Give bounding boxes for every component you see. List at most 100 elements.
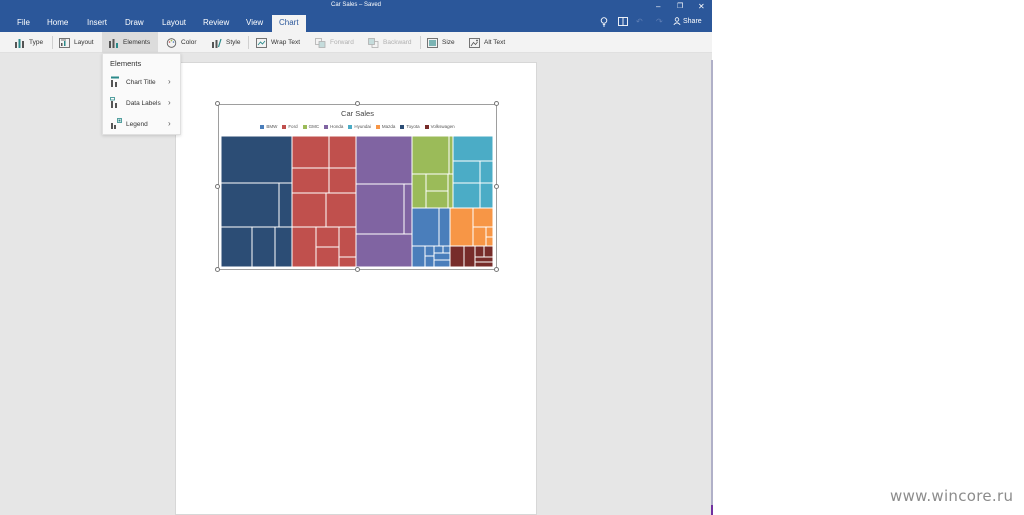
wrap-text-button[interactable]: Wrap Text <box>256 32 300 53</box>
treemap-tile-hyundai <box>452 160 481 184</box>
treemap-tile-toyota <box>221 136 293 184</box>
chart-title[interactable]: Car Sales <box>219 109 496 118</box>
chart-layout-icon <box>59 37 70 48</box>
size-icon <box>427 37 438 48</box>
chevron-right-icon: › <box>168 77 171 86</box>
resize-handle[interactable] <box>215 267 220 272</box>
elements-dropdown: Elements Chart Title › Data Labels › Leg… <box>102 53 181 135</box>
legend-swatch <box>348 124 353 129</box>
minimize-icon[interactable]: – <box>656 2 660 11</box>
legend-swatch <box>302 124 307 129</box>
person-icon <box>673 17 681 25</box>
resize-handle[interactable] <box>215 184 220 189</box>
layout-button[interactable]: Layout <box>59 32 94 53</box>
style-label: Style <box>226 39 241 46</box>
type-label: Type <box>29 39 44 46</box>
color-button[interactable]: Color <box>166 32 197 53</box>
menu-item-chart-title[interactable]: Chart Title › <box>103 73 181 93</box>
chart-command-bar: Type Layout Elements Color Style Wrap Te… <box>0 32 712 53</box>
tab-draw[interactable]: Draw <box>125 18 144 27</box>
data-labels-icon <box>110 97 120 111</box>
menu-item-legend[interactable]: Legend › <box>103 115 181 135</box>
legend-item-toyota: Toyota <box>400 124 420 129</box>
treemap-tile-volkswagen <box>463 245 476 267</box>
treemap-tile-ford <box>291 136 330 169</box>
elements-button[interactable]: Elements <box>102 32 158 53</box>
treemap-tile-gmc <box>411 173 427 209</box>
type-button[interactable]: Type <box>14 32 43 53</box>
legend-item-gmc: GMC <box>302 124 319 129</box>
treemap-tile-gmc <box>425 173 449 192</box>
tab-insert[interactable]: Insert <box>87 18 107 27</box>
color-label: Color <box>181 39 197 46</box>
tab-layout[interactable]: Layout <box>162 18 186 27</box>
forward-button[interactable]: Forward <box>315 32 354 53</box>
legend-swatch <box>400 124 405 129</box>
legend-swatch <box>424 124 429 129</box>
bar-chart-icon <box>15 38 24 48</box>
tab-file[interactable]: File <box>17 18 30 27</box>
chart-style-icon <box>212 38 222 48</box>
menu-item-data-labels[interactable]: Data Labels › <box>103 94 181 114</box>
resize-handle[interactable] <box>494 267 499 272</box>
tab-home[interactable]: Home <box>47 18 68 27</box>
redo-icon[interactable]: ↷ <box>656 17 663 26</box>
size-button[interactable]: Size <box>427 32 455 53</box>
treemap-tile-volkswagen <box>474 256 493 263</box>
tab-review[interactable]: Review <box>203 18 229 27</box>
resize-handle[interactable] <box>355 101 360 106</box>
undo-icon[interactable]: ↶ <box>636 17 643 26</box>
menu-header: Elements <box>110 59 142 68</box>
treemap-tile-honda <box>403 183 413 235</box>
tab-chart[interactable]: Chart <box>272 15 306 32</box>
backward-label: Backward <box>383 39 412 46</box>
legend-item-mazda: Mazda <box>375 124 395 129</box>
treemap-tile-gmc <box>425 190 449 209</box>
treemap-tile-volkswagen <box>483 245 493 258</box>
wrap-text-label: Wrap Text <box>271 39 301 46</box>
resize-handle[interactable] <box>215 101 220 106</box>
backward-button[interactable]: Backward <box>368 32 412 53</box>
wrap-text-icon <box>256 37 267 48</box>
treemap-tile-ford <box>315 226 340 248</box>
style-button[interactable]: Style <box>211 32 240 53</box>
legend-item-volkswagen: Volkswagen <box>424 124 455 129</box>
chart-legend[interactable]: BMW Ford GMC Honda Hyundai Mazda Toyota … <box>219 124 496 129</box>
treemap-tile-toyota <box>221 182 280 228</box>
treemap-plot-area[interactable] <box>221 136 493 267</box>
chevron-right-icon: › <box>168 98 171 107</box>
restore-icon[interactable]: ❐ <box>677 2 683 11</box>
tab-view[interactable]: View <box>246 18 263 27</box>
document-title: Car Sales – Saved <box>330 2 382 8</box>
close-icon[interactable]: ✕ <box>698 2 705 11</box>
chart-elements-icon <box>109 38 118 48</box>
treemap-tile-bmw <box>424 255 435 267</box>
treemap-tile-toyota <box>221 226 253 267</box>
resize-handle[interactable] <box>494 101 499 106</box>
separator <box>52 36 53 49</box>
reading-mode-icon[interactable] <box>618 17 628 28</box>
send-backward-icon <box>368 37 379 48</box>
bring-forward-icon <box>315 37 326 48</box>
ribbon-tabs: File Home Insert Draw Layout Review View… <box>0 14 712 32</box>
treemap-tile-gmc <box>411 136 450 175</box>
resize-handle[interactable] <box>355 267 360 272</box>
share-button[interactable]: Share <box>673 17 702 25</box>
legend-swatch <box>324 124 329 129</box>
share-label: Share <box>683 17 702 25</box>
legend-swatch <box>282 124 287 129</box>
separator <box>420 36 421 49</box>
alt-text-button[interactable]: Alt Text <box>469 32 505 53</box>
treemap-tile-bmw <box>438 207 451 247</box>
treemap-tile-ford <box>291 167 330 194</box>
lightbulb-icon[interactable] <box>600 17 608 29</box>
legend-item-honda: Honda <box>324 124 343 129</box>
treemap-tile-honda <box>355 233 413 267</box>
palette-icon <box>166 37 177 48</box>
treemap-tile-bmw <box>433 252 451 261</box>
treemap-tile-hyundai <box>479 182 493 209</box>
legend-item-hyundai: Hyundai <box>348 124 371 129</box>
resize-handle[interactable] <box>494 184 499 189</box>
treemap-tile-hyundai <box>479 160 493 184</box>
treemap-tile-toyota <box>274 226 293 267</box>
